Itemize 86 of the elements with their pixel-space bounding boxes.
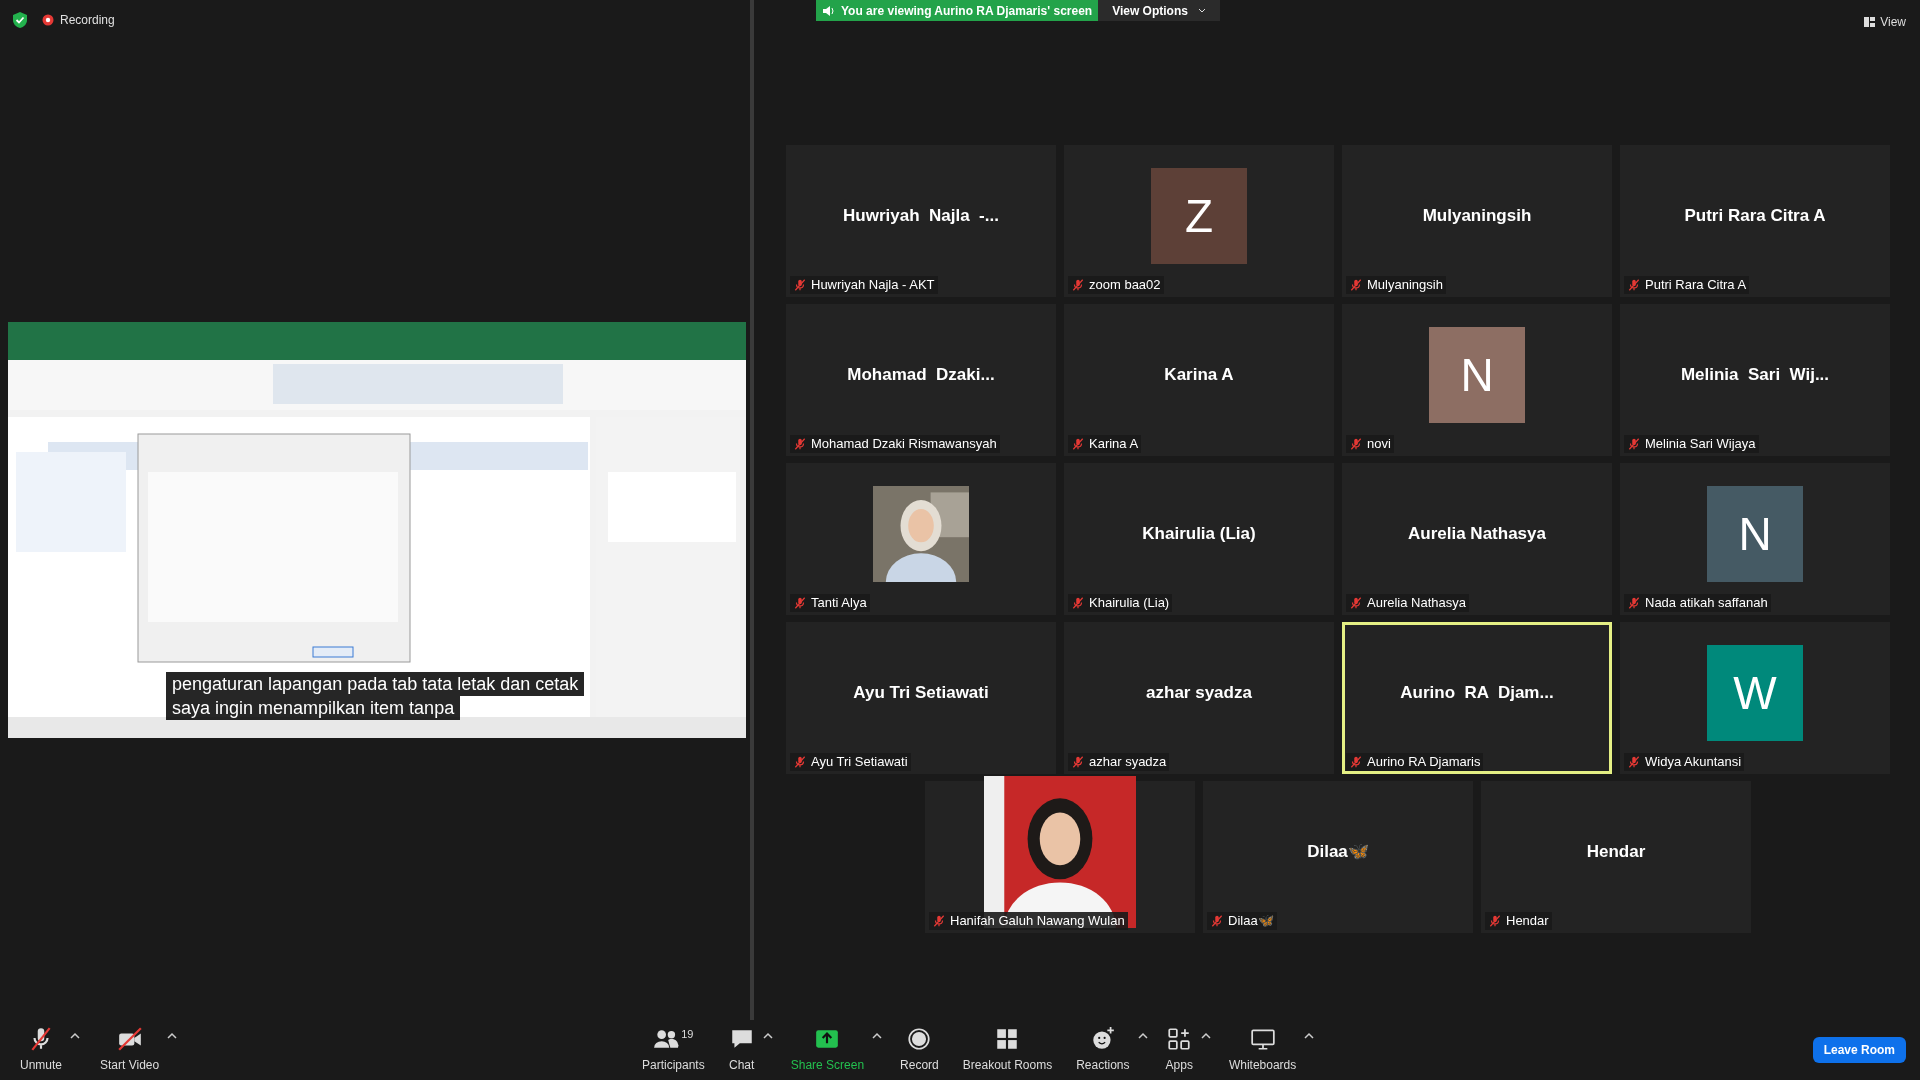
grid-view-icon [1864,17,1876,27]
video-tile[interactable]: Melinia Sari Wij... Melinia Sari Wijaya [1620,304,1890,456]
participant-name: Aurino RA Djam... [1400,682,1554,705]
view-button[interactable]: View [1864,13,1906,31]
participant-label: Ayu Tri Setiawati [811,753,908,772]
avatar: N [1429,327,1525,423]
participant-label: Mulyaningsih [1367,276,1443,295]
toolbar-button[interactable]: Chat [722,1026,761,1074]
video-tile[interactable]: Khairulia (Lia) Khairulia (Lia) [1064,463,1334,615]
participant-label: Widya Akuntansi [1645,753,1742,772]
video-tile[interactable]: azhar syadza azhar syadza [1064,622,1334,774]
monitor-icon [1249,1026,1276,1052]
video-tile[interactable]: Mulyaningsih Mulyaningsih [1342,145,1612,297]
video-tile[interactable]: Putri Rara Citra A Putri Rara Citra A [1620,145,1890,297]
avatar: Z [1151,168,1247,264]
video-tile[interactable]: Aurino RA Djam... Aurino RA Djamaris [1342,622,1612,774]
video-off-icon [116,1026,143,1052]
participant-name: Hendar [1586,841,1646,864]
participant-name: Melinia Sari Wij... [1680,364,1830,387]
participant-label: Nada atikah saffanah [1645,594,1768,613]
video-tile[interactable]: Dilaa🦋 Dilaa🦋 [1203,781,1473,933]
participant-label: Hanifah Galuh Nawang Wulan [950,912,1125,931]
participant-label: Karina A [1089,435,1139,454]
avatar: N [1707,486,1803,582]
toolbar-button[interactable]: 19 Participants [636,1026,711,1074]
participant-label: Aurino RA Djamaris [1367,753,1481,772]
banner-text: You are viewing Aurino RA Djamaris' screen [841,2,1093,20]
caret-icon[interactable] [1137,1032,1148,1039]
record-icon [906,1026,933,1052]
participant-label: Mohamad Dzaki Rismawansyah [811,435,997,454]
participant-label: Huwriyah Najla - AKT [811,276,935,295]
toolbar-button[interactable]: Whiteboards [1222,1026,1303,1074]
participant-label: Dilaa🦋 [1228,912,1274,931]
caret-icon[interactable] [70,1032,81,1039]
caret-icon[interactable] [872,1032,883,1039]
caret-icon[interactable] [1200,1032,1211,1039]
participant-name: azhar syadza [1146,682,1252,705]
participant-label: zoom baa02 [1089,276,1161,295]
participant-name: Aurelia Nathasya [1408,523,1546,546]
participant-name: Mulyaningsih [1422,205,1532,228]
recording-label[interactable]: Recording [60,11,115,29]
toolbar-button[interactable]: Start Video [94,1026,166,1074]
caret-icon[interactable] [167,1032,178,1039]
shield-icon[interactable] [12,11,28,29]
video-tile[interactable]: Huwriyah Najla -... Huwriyah Najla - AKT [786,145,1056,297]
video-tile[interactable]: Z zoom baa02 [1064,145,1334,297]
video-tile[interactable]: Tanti Alya [786,463,1056,615]
speaker-icon [822,4,835,17]
participant-label: Hendar [1506,912,1549,931]
view-options-button[interactable]: View Options [1098,0,1220,21]
toolbar-button[interactable]: Record [894,1026,945,1074]
recording-icon [42,14,54,26]
participant-count: 19 [681,1027,694,1042]
participant-name: Khairulia (Lia) [1142,523,1256,546]
participant-label: Melinia Sari Wijaya [1645,435,1756,454]
toolbar-button[interactable]: Reactions [1070,1026,1136,1074]
caret-icon[interactable] [1304,1032,1315,1039]
caret-icon[interactable] [762,1032,773,1039]
chevron-down-icon [1197,8,1206,13]
participant-label: novi [1367,435,1391,454]
video-tile[interactable]: N novi [1342,304,1612,456]
participant-name: Dilaa🦋 [1307,841,1369,864]
avatar: W [1707,645,1803,741]
participant-name: Karina A [1164,364,1234,387]
participant-name: Ayu Tri Setiawati [853,682,989,705]
video-tile[interactable]: W Widya Akuntansi [1620,622,1890,774]
participant-name: Huwriyah Najla -... [843,205,999,228]
toolbar-button[interactable]: Apps [1159,1026,1199,1074]
participant-label: azhar syadza [1089,753,1167,772]
participant-label: Putri Rara Citra A [1645,276,1747,295]
video-tile[interactable]: Karina A Karina A [1064,304,1334,456]
apps-icon [1166,1026,1193,1052]
video-tile[interactable]: Mohamad Dzaki... Mohamad Dzaki Rismawansyah [786,304,1056,456]
participant-name: Putri Rara Citra A [1684,205,1826,228]
toolbar-button[interactable]: Unmute [14,1026,69,1074]
participant-name: Mohamad Dzaki... [847,364,995,387]
participant-label: Tanti Alya [811,594,867,613]
video-tile[interactable]: Aurelia Nathasya Aurelia Nathasya [1342,463,1612,615]
video-tile[interactable]: Hendar Hendar [1481,781,1751,933]
participant-label: Khairulia (Lia) [1089,594,1170,613]
participant-label: Aurelia Nathasya [1367,594,1466,613]
video-tile[interactable]: N Nada atikah saffanah [1620,463,1890,615]
toolbar-button[interactable]: Breakout Rooms [956,1026,1059,1074]
video-tile[interactable]: Ayu Tri Setiawati Ayu Tri Setiawati [786,622,1056,774]
leave-room-button[interactable]: Leave Room [1812,1037,1906,1063]
toolbar-button[interactable]: Share Screen [784,1026,871,1074]
